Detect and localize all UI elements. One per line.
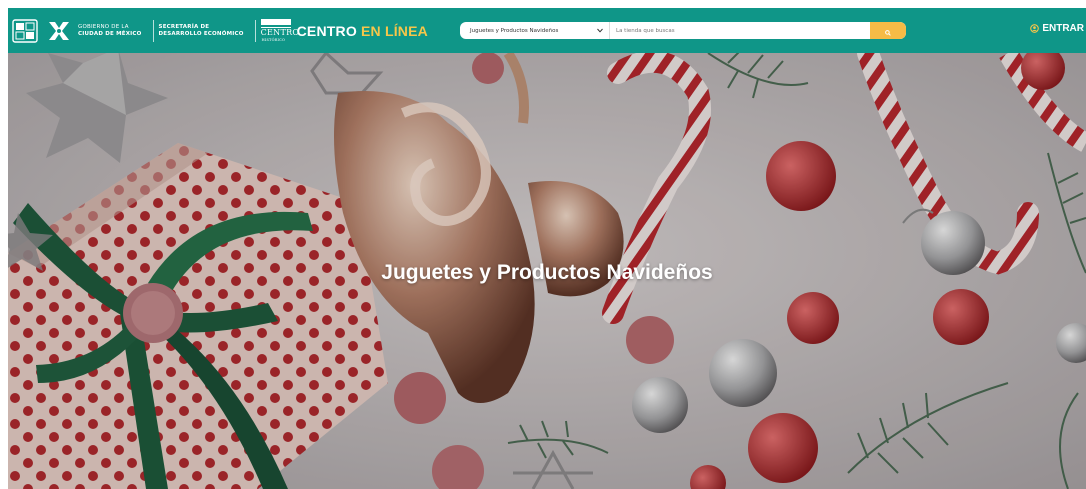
user-circle-icon [1030,24,1040,33]
gov-line-2: Ciudad de México [78,31,142,37]
gov-line-1: Gobierno de la [78,24,129,30]
logo-divider-2 [254,20,256,42]
chevron-down-icon [597,28,603,33]
login-link[interactable]: ENTRAR [1030,23,1084,34]
search-bar: Juguetes y Productos Navideños [460,22,906,39]
sec-line-1: Secretaría de [158,24,210,30]
government-label: Gobierno de la Ciudad de México [78,24,142,38]
brand-main: CENTRO [296,23,357,39]
category-select[interactable]: Juguetes y Productos Navideños [460,22,610,39]
search-input[interactable] [610,22,870,39]
top-navigation-bar: Gobierno de la Ciudad de México Secretar… [8,8,1086,53]
centro-historico-logo: CENTRO HISTÓRICO [260,17,299,45]
hero-title: Juguetes y Productos Navideños [381,261,713,284]
logo-building-bar [260,19,291,25]
category-selected-value: Juguetes y Productos Navideños [470,27,559,34]
historico-word: HISTÓRICO [261,38,286,42]
login-label: ENTRAR [1042,23,1084,34]
search-icon [885,22,891,39]
page-frame: Gobierno de la Ciudad de México Secretar… [8,8,1086,489]
secretariat-label: Secretaría de Desarrollo Económico [159,24,244,38]
centro-word: CENTRO [260,28,300,37]
brand-accent: EN LÍNEA [361,23,428,39]
brand-title: CENTRO EN LÍNEA [297,23,428,39]
search-button[interactable] [870,22,906,39]
sec-line-2: Desarrollo Económico [158,31,244,37]
cdmx-shield-icon [12,19,38,43]
cdmx-logo-icon [46,18,72,44]
hero-banner: Juguetes y Productos Navideños [8,53,1086,489]
logo-divider [152,20,154,42]
logo-group[interactable]: Gobierno de la Ciudad de México Secretar… [12,14,428,48]
